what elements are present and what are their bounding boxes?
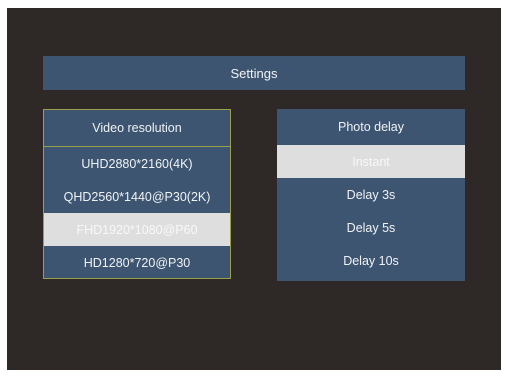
delay-option-label: Delay 10s xyxy=(343,253,399,268)
page-title: Settings xyxy=(230,65,278,81)
delay-option-instant[interactable]: Instant xyxy=(277,145,465,178)
settings-screen: Settings Video resolution UHD2880*2160(4… xyxy=(7,8,501,370)
resolution-option-hd[interactable]: HD1280*720@P30 xyxy=(44,246,230,279)
photo-delay-panel: Photo delay Instant Delay 3s Delay 5s De… xyxy=(277,109,465,281)
delay-option-10s[interactable]: Delay 10s xyxy=(277,244,465,277)
delay-option-label: Instant xyxy=(352,154,390,169)
settings-title-bar: Settings xyxy=(43,56,465,90)
delay-option-3s[interactable]: Delay 3s xyxy=(277,178,465,211)
video-resolution-header: Video resolution xyxy=(44,110,230,147)
photo-delay-header: Photo delay xyxy=(277,109,465,145)
photo-delay-header-label: Photo delay xyxy=(337,120,405,134)
delay-option-label: Delay 3s xyxy=(346,187,396,202)
video-resolution-header-label: Video resolution xyxy=(92,121,182,135)
video-resolution-panel: Video resolution UHD2880*2160(4K) QHD256… xyxy=(43,109,231,279)
resolution-option-label: FHD1920*1080@P60 xyxy=(76,222,198,237)
resolution-option-label: HD1280*720@P30 xyxy=(83,255,191,270)
resolution-option-qhd[interactable]: QHD2560*1440@P30(2K) xyxy=(44,180,230,213)
resolution-option-label: QHD2560*1440@P30(2K) xyxy=(63,189,211,204)
delay-option-5s[interactable]: Delay 5s xyxy=(277,211,465,244)
resolution-option-uhd[interactable]: UHD2880*2160(4K) xyxy=(44,147,230,180)
resolution-option-fhd[interactable]: FHD1920*1080@P60 xyxy=(44,213,230,246)
resolution-option-label: UHD2880*2160(4K) xyxy=(81,156,193,171)
delay-option-label: Delay 5s xyxy=(346,220,396,235)
